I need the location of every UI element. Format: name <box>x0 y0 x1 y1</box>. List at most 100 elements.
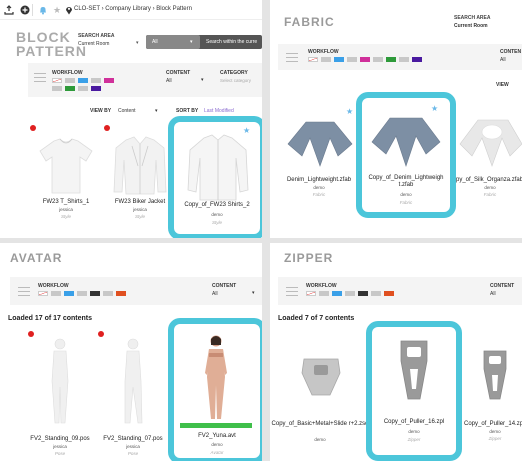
workflow-swatch-gray2[interactable] <box>77 291 87 296</box>
item-type: Avatar <box>210 450 224 455</box>
denim-fabric-thumbnail[interactable] <box>370 114 442 170</box>
location-pin-icon <box>64 5 74 15</box>
workflow-swatch-gray[interactable] <box>319 291 329 296</box>
item-name[interactable]: Copy_of_Basic+Metal+Slide r+2.zsd <box>270 421 370 428</box>
upload-icon[interactable] <box>4 5 14 15</box>
avatar-panel: AVATAR WORKFLOW CONTENT All ▾ Loaded 17 … <box>0 243 262 461</box>
item-name[interactable]: Copy_of_Puller_14.zp <box>464 421 522 427</box>
chevron-down-icon[interactable]: ▾ <box>252 290 255 296</box>
filter-icon[interactable] <box>34 73 46 83</box>
workflow-swatch-gray3[interactable] <box>373 57 383 62</box>
search-area-value[interactable]: Current Room <box>454 23 488 29</box>
workflow-swatch-magenta[interactable] <box>360 57 370 62</box>
star-icon[interactable]: ★ <box>52 5 62 15</box>
workflow-swatch-black[interactable] <box>358 291 368 296</box>
workflow-swatch-green[interactable] <box>65 86 75 91</box>
workflow-label: WORKFLOW <box>306 283 337 289</box>
plus-circle-icon[interactable] <box>20 5 30 15</box>
bell-icon[interactable] <box>38 5 48 15</box>
workflow-swatch-blue[interactable] <box>332 291 342 296</box>
shirt-thumbnail[interactable] <box>186 134 250 202</box>
workflow-swatch-gray4[interactable] <box>78 86 88 91</box>
workflow-swatch-gray2[interactable] <box>345 291 355 296</box>
search-bar: All ▾ Search within the curre <box>146 35 262 49</box>
item-type: Zipper <box>488 436 502 441</box>
workflow-swatch-green[interactable] <box>386 57 396 62</box>
workflow-swatch-none[interactable] <box>52 78 62 83</box>
item-name[interactable]: py_of_Silk_Organza.zfab <box>456 177 522 183</box>
item-owner: demo <box>211 442 223 447</box>
workflow-swatch-gray4[interactable] <box>399 57 409 62</box>
workflow-swatch-purple[interactable] <box>412 57 422 62</box>
organza-fabric-thumbnail[interactable] <box>458 116 522 170</box>
item-owner: demo <box>489 429 501 434</box>
loaded-count: Loaded 7 of 7 contents <box>278 315 355 322</box>
denim-fabric-thumbnail[interactable] <box>286 118 354 170</box>
item-type: Zipper <box>407 437 421 442</box>
toolbar-divider <box>32 4 33 16</box>
avatar-thumbnail[interactable] <box>200 333 232 423</box>
content-label: CONTENT <box>212 283 237 289</box>
workflow-swatch-orange[interactable] <box>116 291 126 296</box>
chevron-down-icon[interactable]: ▾ <box>136 40 139 46</box>
workflow-swatch-gray3[interactable] <box>103 291 113 296</box>
item-owner: demo <box>314 437 326 442</box>
search-scope-dropdown[interactable]: All ▾ <box>146 35 200 49</box>
filter-icon[interactable] <box>286 287 298 297</box>
workflow-swatch-gray[interactable] <box>51 291 61 296</box>
item-name[interactable]: Copy_of_FW23 Shirts_2 <box>172 202 262 208</box>
item-name[interactable]: FV2_Yuna.avt <box>176 433 258 439</box>
workflow-swatch-gray[interactable] <box>321 57 331 62</box>
content-label: CONTEN <box>500 49 522 55</box>
category-dropdown[interactable]: Select category <box>220 78 251 83</box>
puller-thumbnail[interactable] <box>482 349 508 403</box>
chevron-down-icon[interactable]: ▾ <box>155 108 158 114</box>
workflow-swatch-blue[interactable] <box>334 57 344 62</box>
item-name[interactable]: Copy_of_Denim_Lightweigh t.zfab <box>362 175 450 189</box>
puller-thumbnail[interactable] <box>398 339 430 403</box>
workflow-swatch-orange[interactable] <box>384 291 394 296</box>
search-input[interactable]: Search within the curre <box>206 39 257 45</box>
workflow-swatch-none[interactable] <box>38 291 48 296</box>
filter-icon[interactable] <box>286 53 298 63</box>
view-by-dropdown[interactable]: Content <box>118 108 136 114</box>
favorite-star-icon[interactable]: ★ <box>431 104 438 113</box>
workflow-label: WORKFLOW <box>308 49 339 55</box>
workflow-swatch-gray2[interactable] <box>91 78 101 83</box>
workflow-swatch-black[interactable] <box>90 291 100 296</box>
chevron-down-icon[interactable]: ▾ <box>201 77 204 83</box>
filter-bar: WORKFLOW CONTENT All ▾ CATEGORY Select c… <box>28 63 262 97</box>
slider-thumbnail[interactable] <box>300 355 342 399</box>
item-type: Fabric <box>483 192 497 197</box>
content-label: CONTENT <box>490 283 515 289</box>
item-owner: demo <box>408 429 420 434</box>
workflow-swatch-purple[interactable] <box>91 86 101 91</box>
tshirt-thumbnail[interactable] <box>38 137 94 195</box>
workflow-swatch-none[interactable] <box>308 57 318 62</box>
filter-bar: WORKFLOW CONTENT All <box>278 277 522 305</box>
content-dropdown[interactable]: All <box>166 78 172 84</box>
workflow-swatch-gray3[interactable] <box>371 291 381 296</box>
workflow-swatch-gray3[interactable] <box>52 86 62 91</box>
content-dropdown[interactable]: All <box>500 57 506 63</box>
workflow-swatch-none[interactable] <box>306 291 316 296</box>
content-dropdown[interactable]: All <box>490 291 496 297</box>
workflow-swatch-blue[interactable] <box>78 78 88 83</box>
item-name[interactable]: Denim_Lightweight.zfab <box>270 177 368 183</box>
item-name[interactable]: Copy_of_Puller_16.zpl <box>370 419 458 425</box>
view-by-label: VIEW BY <box>90 108 112 114</box>
sort-by-dropdown[interactable]: Last Modified <box>204 108 234 114</box>
pose-thumbnail[interactable] <box>48 337 72 427</box>
filter-icon[interactable] <box>18 287 30 297</box>
workflow-swatch-blue[interactable] <box>64 291 74 296</box>
favorite-star-icon[interactable]: ★ <box>346 107 353 116</box>
pose-thumbnail[interactable] <box>120 337 146 427</box>
jacket-thumbnail[interactable] <box>112 136 168 196</box>
workflow-swatch-gray2[interactable] <box>347 57 357 62</box>
workflow-swatch-gray[interactable] <box>65 78 75 83</box>
breadcrumb[interactable]: CLO-SET › Company Library › Block Patter… <box>74 6 192 12</box>
search-area-value[interactable]: Current Room <box>78 41 109 47</box>
workflow-swatch-magenta[interactable] <box>104 78 114 83</box>
filter-bar: WORKFLOW CONTENT All ▾ <box>10 277 262 305</box>
content-dropdown[interactable]: All <box>212 291 218 297</box>
